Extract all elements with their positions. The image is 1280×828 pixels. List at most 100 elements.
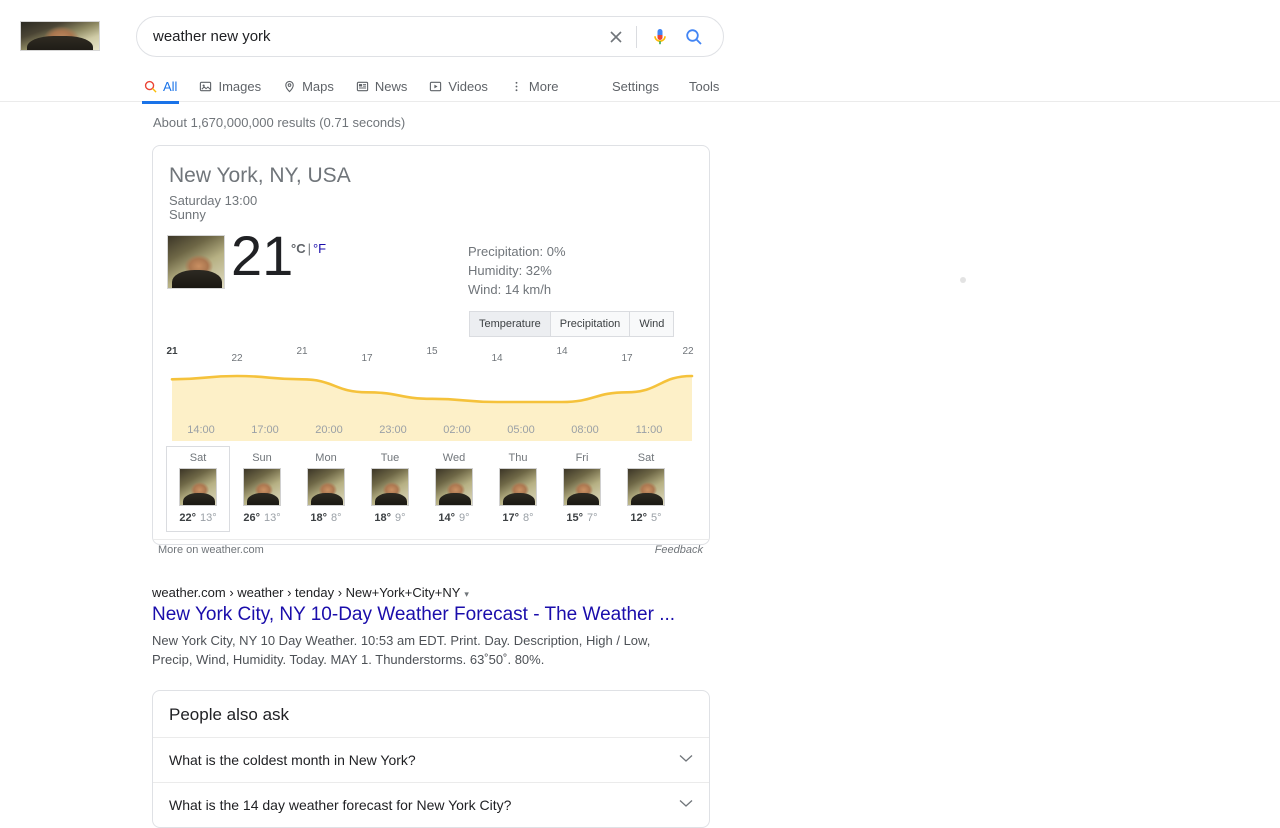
forecast-day-7[interactable]: Sat 12° 5°: [614, 446, 678, 532]
tab-videos-label: Videos: [448, 78, 488, 94]
search-header: All Images Maps News Videos: [0, 0, 1280, 104]
chart-point-label: 22: [231, 353, 243, 364]
forecast-day-name: Tue: [380, 452, 400, 464]
forecast-day-high: 18°: [374, 512, 392, 524]
search-header-tools: Settings Tools: [612, 70, 749, 102]
tab-more[interactable]: More: [510, 70, 559, 102]
metric-tab-wind[interactable]: Wind: [629, 311, 675, 337]
more-vertical-icon: [510, 80, 523, 93]
forecast-day-0[interactable]: Sat 22° 13°: [166, 446, 230, 532]
weather-wind: Wind: 14 km/h: [468, 282, 552, 297]
paa-question-1-text: What is the coldest month in New York?: [169, 752, 416, 768]
temperature-unit-toggle[interactable]: °C | °F: [291, 241, 326, 256]
tab-images[interactable]: Images: [199, 70, 261, 102]
tab-maps[interactable]: Maps: [283, 70, 334, 102]
search-divider: [636, 25, 637, 48]
metric-tab-temperature[interactable]: Temperature: [469, 311, 551, 337]
result-snippet: New York City, NY 10 Day Weather. 10:53 …: [152, 633, 651, 667]
chart-point-label: 14: [556, 346, 568, 357]
forecast-day-low: 8°: [331, 512, 342, 524]
forecast-day-low: 13°: [200, 512, 217, 524]
weather-temperature: 21: [231, 224, 294, 287]
result-stats: About 1,670,000,000 results (0.71 second…: [153, 115, 406, 130]
unit-celsius[interactable]: °C: [291, 241, 306, 256]
chart-point-label: 21: [296, 346, 308, 357]
forecast-day-temps: 26° 13°: [243, 512, 280, 524]
result-url: weather.com › weather › tenday › New+Yor…: [152, 585, 712, 600]
weather-humidity: Humidity: 32%: [468, 263, 552, 278]
tab-videos[interactable]: Videos: [429, 70, 488, 102]
people-also-ask-title: People also ask: [169, 705, 290, 724]
forecast-day-icon: [243, 468, 281, 506]
forecast-day-high: 12°: [630, 512, 648, 524]
forecast-day-2[interactable]: Mon 18° 8°: [294, 446, 358, 532]
forecast-day-low: 8°: [523, 512, 534, 524]
forecast-day-name: Sat: [189, 452, 207, 464]
forecast-day-name: Fri: [575, 452, 589, 464]
weather-details: Precipitation: 0% Humidity: 32% Wind: 14…: [468, 242, 566, 299]
forecast-day-high: 22°: [179, 512, 196, 524]
site-logo-thumbnail[interactable]: [20, 21, 100, 51]
tab-news-label: News: [374, 78, 408, 94]
paa-question-1[interactable]: What is the coldest month in New York?: [153, 737, 709, 782]
weather-metric-tabs: Temperature Precipitation Wind: [469, 311, 675, 337]
forecast-day-name: Wed: [442, 452, 466, 464]
tab-news[interactable]: News: [356, 70, 408, 102]
forecast-day-4[interactable]: Wed 14° 9°: [422, 446, 486, 532]
settings-button[interactable]: Settings: [612, 79, 659, 94]
forecast-day-3[interactable]: Tue 18° 9°: [358, 446, 422, 532]
forecast-day-temps: 17° 8°: [502, 512, 533, 524]
tab-more-label: More: [528, 78, 559, 94]
tab-images-label: Images: [218, 78, 262, 94]
chevron-down-icon[interactable]: [679, 754, 693, 766]
tab-all-label: All: [163, 78, 178, 94]
chart-point-label: 21: [166, 346, 178, 357]
search-result: weather.com › weather › tenday › New+Yor…: [152, 585, 712, 669]
forecast-day-low: 9°: [459, 512, 470, 524]
feedback-link[interactable]: Feedback: [655, 544, 703, 556]
paa-question-2[interactable]: What is the 14 day weather forecast for …: [153, 782, 709, 827]
forecast-day-temps: 22° 13°: [179, 512, 216, 524]
unit-fahrenheit[interactable]: °F: [313, 241, 326, 256]
forecast-day-icon: [499, 468, 537, 506]
chart-point-label: 17: [621, 353, 633, 364]
chart-point-label: 22: [682, 346, 694, 357]
forecast-day-icon: [435, 468, 473, 506]
search-bar[interactable]: [136, 16, 724, 57]
chevron-down-icon[interactable]: ▾: [464, 589, 469, 599]
paa-question-2-text: What is the 14 day weather forecast for …: [169, 797, 512, 813]
forecast-day-low: 13°: [264, 512, 281, 524]
card-divider: [153, 539, 709, 540]
daily-forecast-strip: Sat 22° 13° Sun 26° 13° Mon 18° 8° Tue 18° 9° Wed 14°…: [166, 446, 678, 532]
forecast-day-icon: [371, 468, 409, 506]
forecast-day-low: 9°: [395, 512, 406, 524]
search-input[interactable]: [137, 28, 602, 45]
chart-time-label: 05:00: [507, 424, 535, 436]
microphone-icon[interactable]: [647, 22, 673, 52]
forecast-day-name: Sun: [252, 452, 272, 464]
result-title-link[interactable]: New York City, NY 10-Day Weather Forecas…: [152, 604, 712, 626]
more-on-weather-link[interactable]: More on weather.com: [158, 544, 264, 556]
search-nav-tabs: All Images Maps News Videos More: [141, 70, 581, 104]
chart-point-label: 14: [491, 353, 503, 364]
chart-point-label: 17: [361, 353, 373, 364]
weather-condition-icon: [167, 235, 225, 289]
chart-time-label: 17:00: [251, 424, 279, 436]
weather-city: New York, NY, USA: [169, 164, 351, 187]
forecast-day-6[interactable]: Fri 15° 7°: [550, 446, 614, 532]
close-icon[interactable]: [602, 23, 630, 51]
chevron-down-icon[interactable]: [679, 799, 693, 811]
tools-button[interactable]: Tools: [689, 79, 719, 94]
forecast-day-5[interactable]: Thu 17° 8°: [486, 446, 550, 532]
tab-maps-label: Maps: [302, 78, 334, 94]
chart-point-label: 15: [426, 346, 438, 357]
forecast-day-high: 26°: [243, 512, 260, 524]
metric-tab-precipitation[interactable]: Precipitation: [549, 311, 631, 337]
search-icon[interactable]: [681, 22, 707, 52]
tab-all[interactable]: All: [141, 70, 180, 104]
chart-point-labels: 21 22 21 17 15 14 14 17 22: [166, 346, 698, 368]
chart-time-label: 20:00: [315, 424, 343, 436]
forecast-day-1[interactable]: Sun 26° 13°: [230, 446, 294, 532]
chart-time-label: 23:00: [379, 424, 407, 436]
video-icon: [429, 80, 442, 93]
